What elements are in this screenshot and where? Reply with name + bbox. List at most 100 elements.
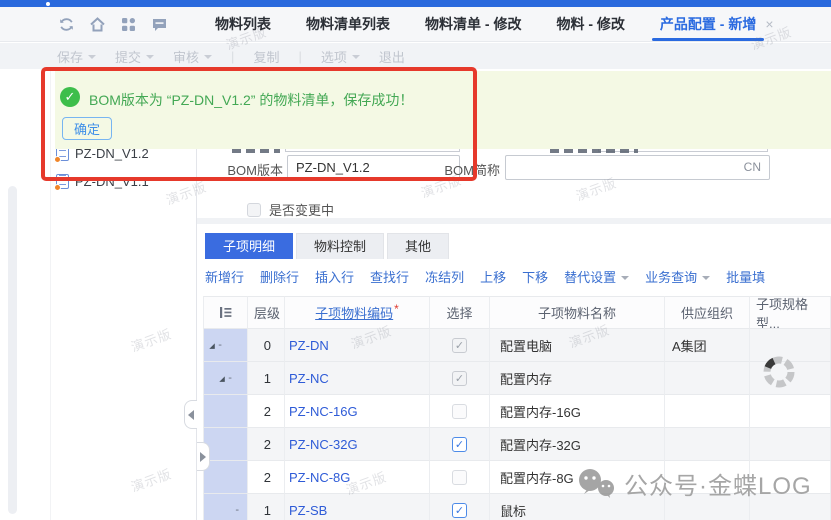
row-checkbox[interactable]: ✓ (452, 437, 467, 452)
tree-expand-icon[interactable]: ◢ (219, 374, 225, 382)
row-checkbox[interactable]: ✓ (452, 371, 467, 386)
tree-item-PZ-DN_V1.1[interactable]: PZ-DN_V1.1 (56, 167, 196, 195)
select-cell: ✓ (430, 494, 490, 520)
grid-action-查找行[interactable]: 查找行 (370, 267, 409, 286)
confirm-button[interactable]: 确定 (62, 117, 112, 140)
arrow-left-icon (188, 410, 194, 420)
required-asterisk: * (394, 302, 399, 316)
spec-cell (750, 494, 831, 520)
level-cell: 1 (248, 494, 285, 520)
chevron-down-icon (88, 55, 96, 59)
left-scrollbar[interactable] (8, 186, 17, 514)
change-flag-checkbox[interactable] (247, 203, 261, 217)
toolbar-button[interactable]: 复制 (253, 47, 279, 66)
material-code-link[interactable]: PZ-NC (285, 362, 430, 395)
row-marker: - (215, 339, 222, 351)
collapse-left-handle[interactable] (184, 400, 197, 429)
row-checkbox[interactable] (452, 404, 467, 419)
select-cell (430, 461, 490, 494)
row-selector-cell[interactable] (203, 461, 248, 494)
row-checkbox[interactable]: ✓ (452, 503, 467, 518)
chevron-down-icon (146, 55, 154, 59)
level-cell: 2 (248, 395, 285, 428)
row-checkbox[interactable]: ✓ (452, 338, 467, 353)
material-code-link[interactable]: PZ-NC-32G (285, 428, 430, 461)
tab-2[interactable]: 物料清单列表 (306, 7, 390, 41)
collapse-right-handle[interactable] (197, 442, 210, 471)
save-button[interactable]: 保存 (57, 47, 96, 66)
table-row[interactable]: 2PZ-NC-16G 配置内存-16G (203, 395, 831, 428)
row-selector-cell[interactable] (203, 395, 248, 428)
bom-shortname-field: CN (505, 155, 770, 180)
row-selector-cell[interactable]: ◢ - (203, 362, 248, 395)
table-row[interactable]: -1PZ-SB ✓ 鼠标 (203, 494, 831, 520)
row-marker: - (225, 372, 232, 384)
active-tab-underline (652, 38, 764, 41)
level-cell: 2 (248, 428, 285, 461)
row-selector-cell[interactable]: - (203, 494, 248, 520)
chevron-down-icon (702, 276, 710, 280)
material-code-link[interactable]: PZ-NC-8G (285, 461, 430, 494)
form-toolbar: 保存提交审核|复制|选项退出 (0, 43, 831, 69)
tab-label: 物料清单列表 (306, 14, 390, 34)
grid-action-替代设置[interactable]: 替代设置 (564, 267, 629, 286)
bom-shortname-label: BOM简称 (400, 160, 500, 179)
tab-4[interactable]: 物料 - 修改 (556, 7, 624, 41)
column-header-层级: 层级 (248, 296, 285, 329)
bom-document-icon (56, 174, 69, 189)
supply-org-cell: A集团 (665, 329, 750, 362)
grid-action-label: 删除行 (260, 267, 299, 286)
grid-action-冻结列[interactable]: 冻结列 (425, 267, 464, 286)
tab-3[interactable]: 物料清单 - 修改 (425, 7, 521, 41)
orange-badge-icon (54, 156, 61, 163)
grid-action-删除行[interactable]: 删除行 (260, 267, 299, 286)
toolbar-button[interactable]: 审核 (173, 47, 212, 66)
material-code-link[interactable]: PZ-NC-16G (285, 395, 430, 428)
tab-label: 产品配置 - 新增 (660, 14, 756, 34)
select-cell (430, 395, 490, 428)
bom-shortname-input[interactable] (505, 155, 770, 180)
tab-其他[interactable]: 其他 (387, 233, 449, 259)
material-code-link[interactable]: PZ-SB (285, 494, 430, 520)
app-window: 物料列表 物料清单列表 物料清单 - 修改 物料 - 修改 产品配置 - 新增 × 保存提… (0, 0, 831, 520)
tab-物料控制[interactable]: 物料控制 (296, 233, 384, 259)
tree-expand-icon[interactable]: ◢ (209, 341, 215, 349)
save-success-notification: ✓ BOM版本为 “PZ-DN_V1.2” 的物料清单，保存成功！ 确定 (55, 71, 831, 149)
grid-action-插入行[interactable]: 插入行 (315, 267, 354, 286)
table-row[interactable]: ◢ -0PZ-DN✓配置电脑A集团 (203, 329, 831, 362)
grid-icon[interactable] (119, 15, 137, 33)
grid-action-业务查询[interactable]: 业务查询 (645, 267, 710, 286)
table-row[interactable]: ◢ -1PZ-NC✓配置内存 (203, 362, 831, 395)
column-header-子项物料编码[interactable]: 子项物料编码* (285, 296, 430, 329)
supply-org-cell (665, 494, 750, 520)
grid-action-批量填[interactable]: 批量填 (726, 267, 765, 286)
grid-action-label: 查找行 (370, 267, 409, 286)
row-marker: - (235, 504, 239, 516)
material-name-cell: 配置内存-16G (490, 395, 665, 428)
exit-button[interactable]: 退出 (379, 47, 405, 66)
material-code-link[interactable]: PZ-DN (285, 329, 430, 362)
material-name-cell: 鼠标 (490, 494, 665, 520)
tab-close-icon[interactable]: × (765, 16, 773, 32)
tab-5[interactable]: 产品配置 - 新增 × (660, 7, 774, 41)
grid-action-新增行[interactable]: 新增行 (205, 267, 244, 286)
chat-icon[interactable] (150, 15, 168, 33)
toolbar-button[interactable]: 提交 (115, 47, 154, 66)
tab-1[interactable]: 物料列表 (215, 7, 271, 41)
grid-action-上移[interactable]: 上移 (480, 267, 506, 286)
tab-label: 物料 - 修改 (556, 14, 624, 34)
tab-子项明细[interactable]: 子项明细 (205, 233, 293, 259)
toolbar-button[interactable]: 选项 (321, 47, 360, 66)
grid-action-label: 业务查询 (645, 267, 697, 286)
table-row[interactable]: 2PZ-NC-32G✓配置内存-32G (203, 428, 831, 461)
row-selector-cell[interactable]: ◢ - (203, 329, 248, 362)
grid-action-下移[interactable]: 下移 (522, 267, 548, 286)
home-icon[interactable] (88, 15, 106, 33)
table-row[interactable]: 2PZ-NC-8G配置内存-8G (203, 461, 831, 494)
column-header-link[interactable]: 子项物料编码 (315, 303, 393, 322)
row-checkbox[interactable] (452, 470, 467, 485)
level-cell: 2 (248, 461, 285, 494)
column-header-供应组织: 供应组织 (665, 296, 750, 329)
row-list-icon (219, 306, 232, 319)
sync-icon[interactable] (57, 15, 75, 33)
